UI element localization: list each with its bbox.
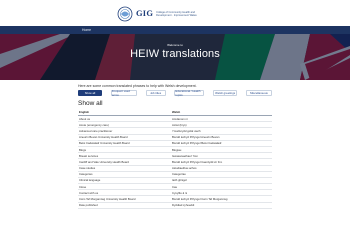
welsh-phrase: Bwrdd Iechyd Prifysgol Aneurin Bevan (172, 135, 220, 140)
hero-title: HEIW translations (130, 48, 220, 60)
english-phrase: Advanced care practitioner (79, 128, 113, 133)
hero-subtitle: Welcome to (167, 43, 183, 47)
english-phrase: Categories (79, 172, 93, 177)
logo-initials: GIG (136, 8, 154, 19)
english-phrase: Aneurin Bevan University Health Board (79, 135, 128, 140)
logo-tagline: College of Community Health and Developm… (156, 10, 197, 17)
tab-welsh-greetings[interactable]: Welsh greetings (213, 90, 238, 96)
intro-text: Here are some common translated phrases … (78, 84, 197, 88)
welsh-phrase: Bwrdd Iechyd Prifysgol Caerdydd a'r Fro (172, 159, 223, 164)
welsh-phrase: Cysylltu â ni (172, 190, 188, 195)
english-phrase: Breast services (79, 153, 99, 158)
english-phrase: About us (79, 116, 91, 121)
site-logo[interactable]: GIG College of Community Health and Deve… (117, 5, 229, 22)
english-phrase: Blogs (79, 147, 86, 152)
translations-table: English Welsh About us Amdanom ni Acute (e… (78, 109, 272, 209)
english-phrase: Betsi Cadwaladr University Health Board (79, 141, 130, 146)
welsh-phrase: Astudiaethau achos (172, 166, 197, 171)
english-phrase: Close (79, 184, 87, 189)
welsh-phrase: Bwrdd Iechyd Prifysgol Betsi Cadwaladr (172, 141, 222, 146)
main-navigation: Home (0, 26, 350, 34)
welsh-phrase: Bwrdd Iechyd Prifysgol Cwm Taf Morgannwg (172, 197, 228, 202)
tab-frequent-terms[interactable]: Frequent used terms (110, 89, 137, 97)
hero-banner: Welcome to HEIW translations (0, 34, 350, 80)
english-phrase: Contact with us (79, 190, 99, 195)
column-header-english: English (79, 110, 90, 114)
dragon-logo-icon (117, 6, 133, 21)
english-phrase: Cwm Taf Morgannwg University Health Boar… (79, 197, 136, 202)
table-header: English Welsh (78, 109, 272, 116)
nav-home-link[interactable]: Home (82, 28, 91, 32)
tab-job-titles[interactable]: Job titles (145, 90, 166, 96)
table-row: Date published Dyddiad cyhoeddi (78, 203, 272, 209)
table-body: About us Amdanom ni Acute (emergency care)… (78, 116, 272, 209)
tab-show-all[interactable]: Show all (78, 90, 102, 96)
welsh-phrase: Amdanom ni (172, 116, 188, 121)
column-header-welsh: Welsh (172, 110, 181, 114)
filter-tabs: Show all Frequent used terms Job titles … (78, 89, 272, 97)
welsh-phrase: Iaith glinigol (172, 178, 187, 183)
tab-miscellaneous[interactable]: Miscellaneous (245, 90, 272, 96)
english-phrase: Case studies (79, 166, 96, 171)
welsh-phrase: Dyddiad cyhoeddi (172, 203, 195, 208)
english-phrase: Clinical language (79, 178, 101, 183)
english-phrase: Cardiff and Vale University Health Board (79, 159, 129, 164)
welsh-phrase: Gwasanaethau'r fron (172, 153, 198, 158)
section-title: Show all (78, 100, 103, 107)
welsh-phrase: Aciwt (brys) (172, 122, 187, 127)
english-phrase: Date published (79, 203, 98, 208)
welsh-phrase: Blogiau (172, 147, 182, 152)
tab-health-topics[interactable]: Educational / Health topics (174, 89, 205, 97)
english-phrase: Acute (emergency care) (79, 122, 109, 127)
welsh-phrase: Ymarferydd gofal uwch (172, 128, 201, 133)
welsh-phrase: Categorïau (172, 172, 186, 177)
welsh-phrase: Cau (172, 184, 178, 189)
site-header: GIG College of Community Health and Deve… (0, 0, 350, 26)
